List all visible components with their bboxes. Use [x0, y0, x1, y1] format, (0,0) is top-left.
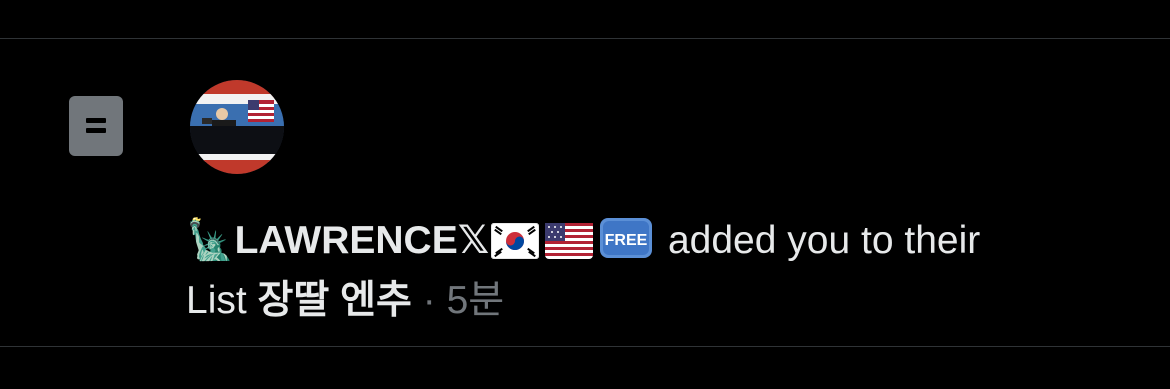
- bottom-divider: [0, 346, 1170, 347]
- usa-flag-icon: [545, 220, 594, 274]
- list-icon-bar: [86, 128, 106, 133]
- list-prefix: List: [186, 279, 258, 322]
- user-avatar[interactable]: [190, 80, 284, 174]
- list-icon-bar: [86, 118, 106, 123]
- list-name[interactable]: 장딸 엔추: [258, 279, 412, 322]
- user-name[interactable]: LAWRENCE: [235, 219, 458, 262]
- timestamp: 5분: [446, 279, 505, 322]
- action-text: added you to their: [657, 219, 981, 262]
- user-emoji: 🗽: [186, 219, 235, 262]
- separator-dot: ·: [411, 279, 447, 322]
- south-korea-flag-icon: [490, 220, 540, 274]
- notification-text: 🗽LAWRENCE𝕏 FREE added you to their List …: [186, 214, 1146, 328]
- x-logo-glyph: 𝕏: [457, 219, 490, 262]
- svg-text:FREE: FREE: [605, 232, 648, 249]
- list-icon: [69, 96, 123, 156]
- top-divider: [0, 38, 1170, 39]
- free-button-icon: FREE: [599, 217, 653, 274]
- avatar-image: [190, 80, 284, 174]
